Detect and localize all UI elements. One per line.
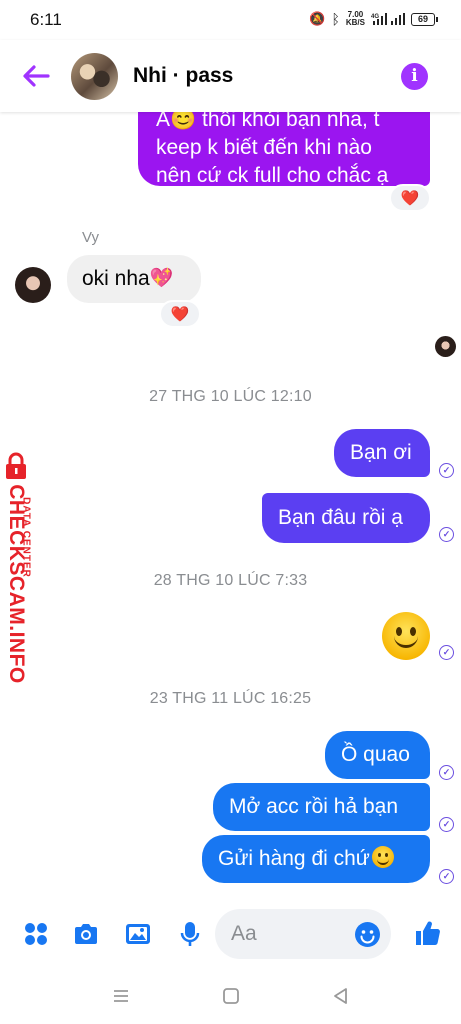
message-bubble-outgoing[interactable]: Mở acc rồi hả bạn	[213, 783, 430, 831]
message-input[interactable]: Aa	[215, 909, 391, 959]
smiley-emoji-icon	[371, 846, 394, 868]
conversation-header: Nhi · pass i	[0, 40, 461, 112]
message-list[interactable]: A😊 thôi khỏi bạn nha, t keep k biết đến …	[0, 112, 461, 902]
message-bubble-outgoing[interactable]: Gửi hàng đi chứ	[202, 835, 430, 883]
message-bubble-outgoing[interactable]: Bạn đâu rồi ạ	[262, 493, 430, 543]
timestamp-divider: 27 THG 10 LÚC 12:10	[149, 388, 312, 405]
message-bubble-outgoing[interactable]: A😊 thôi khỏi bạn nha, t keep k biết đến …	[138, 112, 430, 187]
info-icon[interactable]: i	[401, 63, 428, 90]
sender-avatar[interactable]	[15, 267, 51, 303]
status-time: 6:11	[30, 10, 62, 29]
bluetooth-icon: ᛒ	[331, 11, 340, 27]
delivered-check-icon: ✓	[439, 463, 454, 478]
timestamp-divider: 23 THG 11 LÚC 16:25	[149, 690, 312, 707]
system-navigation-bar	[0, 968, 461, 1024]
like-thumb-icon[interactable]	[413, 918, 443, 948]
message-text: Bạn đâu rồi ạ	[278, 506, 403, 529]
message-text: oki nha	[82, 267, 150, 290]
network-speed: 7.00 KB/S	[346, 11, 365, 27]
mute-icon: 🔕	[309, 11, 326, 26]
message-text: Gửi hàng đi chứ	[218, 847, 370, 870]
back-arrow-icon[interactable]	[20, 62, 52, 90]
watermark-big-text: CHECKSCAM.INFO	[5, 484, 28, 684]
message-text: Mở acc rồi hả bạn	[229, 795, 399, 818]
back-triangle-icon[interactable]	[331, 986, 351, 1006]
smiley-emoji-icon[interactable]	[382, 612, 430, 660]
timestamp-divider: 28 THG 10 LÚC 7:33	[153, 572, 308, 589]
sender-name: Vy	[82, 229, 99, 246]
message-composer: Aa	[0, 902, 461, 968]
heart-reaction[interactable]: ❤️	[389, 184, 431, 212]
watermark: DATA CENTER CHECKSCAM.INFO	[0, 452, 52, 684]
message-text-line: nên cứ ck full cho chắc ạ	[156, 164, 389, 187]
recent-apps-icon[interactable]	[111, 986, 131, 1006]
delivered-check-icon: ✓	[439, 817, 454, 832]
sparkling-heart-icon: 💖	[149, 268, 174, 289]
emoji-icon[interactable]	[354, 921, 381, 948]
message-input-placeholder: Aa	[231, 922, 257, 945]
delivered-check-icon: ✓	[439, 765, 454, 780]
home-icon[interactable]	[221, 986, 241, 1006]
read-receipt-avatar	[435, 336, 456, 357]
gallery-icon[interactable]	[124, 920, 152, 948]
message-bubble-incoming[interactable]: oki nha💖	[67, 255, 201, 303]
message-text: Ồ quao	[341, 743, 410, 766]
message-bubble-outgoing[interactable]: Ồ quao	[325, 731, 430, 779]
message-text: Bạn ơi	[350, 441, 412, 464]
microphone-icon[interactable]	[176, 920, 204, 948]
menu-dots-icon[interactable]	[22, 920, 50, 948]
delivered-check-icon: ✓	[439, 645, 454, 660]
battery-icon: 69	[411, 12, 438, 26]
contact-name[interactable]: Nhi · pass	[133, 64, 233, 88]
message-text-line: A😊 thôi khỏi bạn nha, t	[156, 112, 380, 131]
message-bubble-outgoing[interactable]: Bạn ơi	[334, 429, 430, 477]
delivered-check-icon: ✓	[439, 869, 454, 884]
signal-icon: 4G	[371, 13, 405, 25]
contact-avatar[interactable]	[71, 53, 118, 100]
status-bar: 6:11 🔕 ᛒ 7.00 KB/S 4G 69	[0, 0, 461, 40]
message-text-line: keep k biết đến khi nào	[156, 136, 372, 159]
status-icons: 🔕 ᛒ 7.00 KB/S 4G 69	[309, 11, 438, 27]
heart-reaction[interactable]: ❤️	[159, 300, 201, 328]
network-speed-unit: KB/S	[345, 18, 365, 27]
delivered-check-icon: ✓	[439, 527, 454, 542]
camera-icon[interactable]	[72, 920, 100, 948]
